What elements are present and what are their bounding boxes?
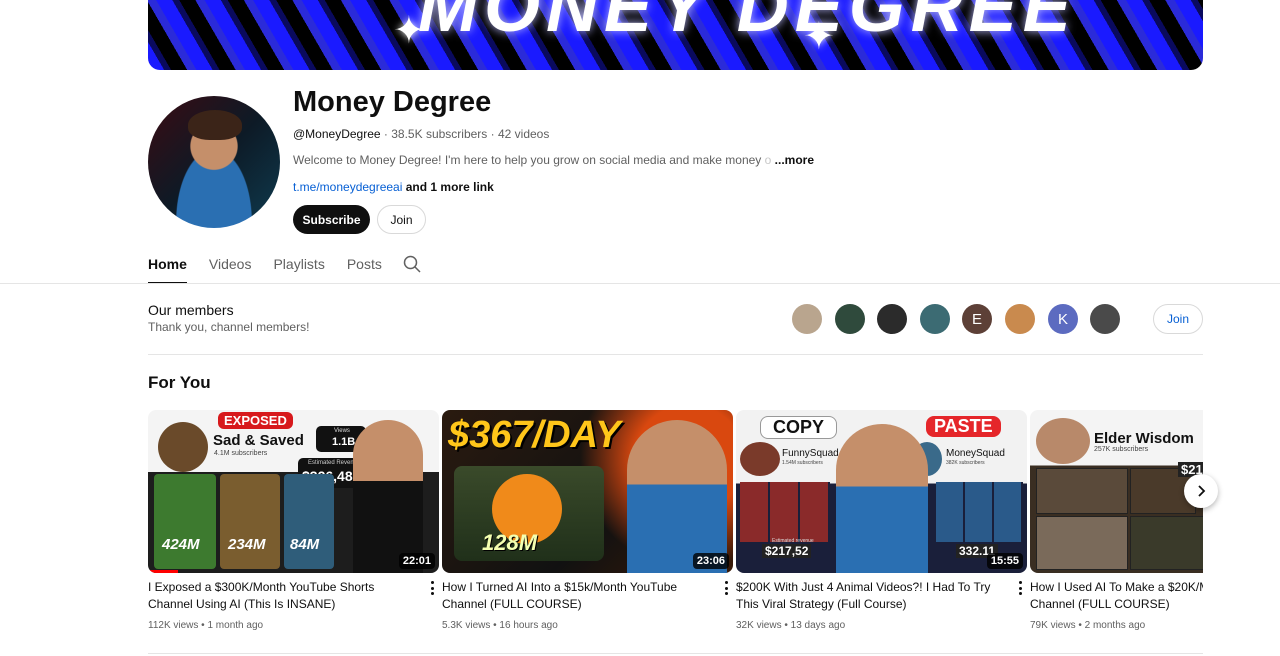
section-divider <box>148 354 1203 355</box>
member-avatar[interactable] <box>1090 304 1120 334</box>
join-button[interactable]: Join <box>377 205 426 234</box>
video-duration: 22:01 <box>398 553 435 569</box>
channel-avatar-thumb <box>158 422 208 472</box>
member-avatar[interactable]: K <box>1048 304 1078 334</box>
video-thumbnail[interactable]: EXPOSED Sad & Saved 4.1M subscribers Vie… <box>148 410 439 573</box>
member-avatar[interactable] <box>835 304 865 334</box>
member-avatar[interactable] <box>877 304 907 334</box>
presenter-image <box>627 420 727 573</box>
more-options-icon[interactable] <box>1013 580 1027 596</box>
subscribe-button[interactable]: Subscribe <box>293 205 370 234</box>
sparkle-icon: ✦ <box>393 10 425 52</box>
section-divider <box>148 653 1203 654</box>
video-meta: 5.3K views • 16 hours ago <box>442 620 558 631</box>
members-title: Our members <box>148 302 234 318</box>
video-thumbnail[interactable]: $367/DAY 128M 23:06 <box>442 410 733 573</box>
member-avatar[interactable] <box>1005 304 1035 334</box>
tabs-divider <box>0 283 1280 284</box>
video-count: 42 videos <box>497 127 550 141</box>
member-avatar[interactable] <box>792 304 822 334</box>
presenter-image <box>836 424 928 573</box>
video-title[interactable]: How I Turned AI Into a $15k/Month YouTub… <box>442 579 714 613</box>
channel-name: Money Degree <box>293 86 492 118</box>
video-meta: 112K views • 1 month ago <box>148 620 264 631</box>
member-avatar[interactable]: E <box>962 304 992 334</box>
next-arrow-button[interactable] <box>1184 474 1218 508</box>
channel-meta: @MoneyDegree · 38.5K subscribers · 42 vi… <box>293 127 550 141</box>
channel-avatar[interactable] <box>148 96 280 228</box>
more-options-icon[interactable] <box>425 580 439 596</box>
video-card-clip: Elder Wisdom 257K subscribers $21 How I … <box>1030 410 1203 650</box>
members-subtitle: Thank you, channel members! <box>148 320 310 334</box>
video-meta: 79K views • 2 months ago <box>1030 620 1146 631</box>
sparkle-icon: ✦ <box>803 16 835 58</box>
tab-videos[interactable]: Videos <box>209 248 252 284</box>
video-card[interactable]: COPY PASTE FunnySquad 1.54M subscribers … <box>736 410 1027 631</box>
video-duration: 23:06 <box>692 553 729 569</box>
member-avatar[interactable] <box>920 304 950 334</box>
more-links-button[interactable]: and 1 more link <box>406 180 494 194</box>
chevron-right-icon <box>1198 485 1206 497</box>
video-duration: 15:55 <box>986 553 1023 569</box>
video-thumbnail[interactable]: Elder Wisdom 257K subscribers $21 <box>1030 410 1203 573</box>
channel-description[interactable]: Welcome to Money Degree! I'm here to hel… <box>293 153 814 167</box>
channel-banner: MONEY DEGREE ✦ ✦ <box>148 0 1203 70</box>
for-you-title: For You <box>148 373 211 392</box>
video-card[interactable]: Elder Wisdom 257K subscribers $21 How I … <box>1030 410 1203 631</box>
video-title[interactable]: I Exposed a $300K/Month YouTube Shorts C… <box>148 579 420 613</box>
video-card[interactable]: EXPOSED Sad & Saved 4.1M subscribers Vie… <box>148 410 439 631</box>
channel-tabs: Home Videos Playlists Posts <box>148 248 404 284</box>
tab-playlists[interactable]: Playlists <box>273 248 324 284</box>
members-join-button[interactable]: Join <box>1153 304 1203 334</box>
banner-title: MONEY DEGREE <box>418 0 1077 47</box>
channel-links: t.me/moneydegreeai and 1 more link <box>293 180 494 194</box>
video-title[interactable]: $200K With Just 4 Animal Videos?! I Had … <box>736 579 1008 613</box>
channel-handle: @MoneyDegree <box>293 127 381 141</box>
tab-posts[interactable]: Posts <box>347 248 382 284</box>
video-card[interactable]: $367/DAY 128M 23:06 How I Turned AI Into… <box>442 410 733 631</box>
tab-home[interactable]: Home <box>148 248 187 284</box>
video-title[interactable]: How I Used AI To Make a $20K/Month YouTu… <box>1030 579 1203 613</box>
video-meta: 32K views • 13 days ago <box>736 620 846 631</box>
search-icon[interactable] <box>403 255 421 273</box>
more-link[interactable]: ...more <box>775 153 814 167</box>
more-options-icon[interactable] <box>719 580 733 596</box>
subscriber-count: 38.5K subscribers <box>391 127 488 141</box>
presenter-image <box>353 420 423 573</box>
video-thumbnail[interactable]: COPY PASTE FunnySquad 1.54M subscribers … <box>736 410 1027 573</box>
telegram-link[interactable]: t.me/moneydegreeai <box>293 180 402 194</box>
